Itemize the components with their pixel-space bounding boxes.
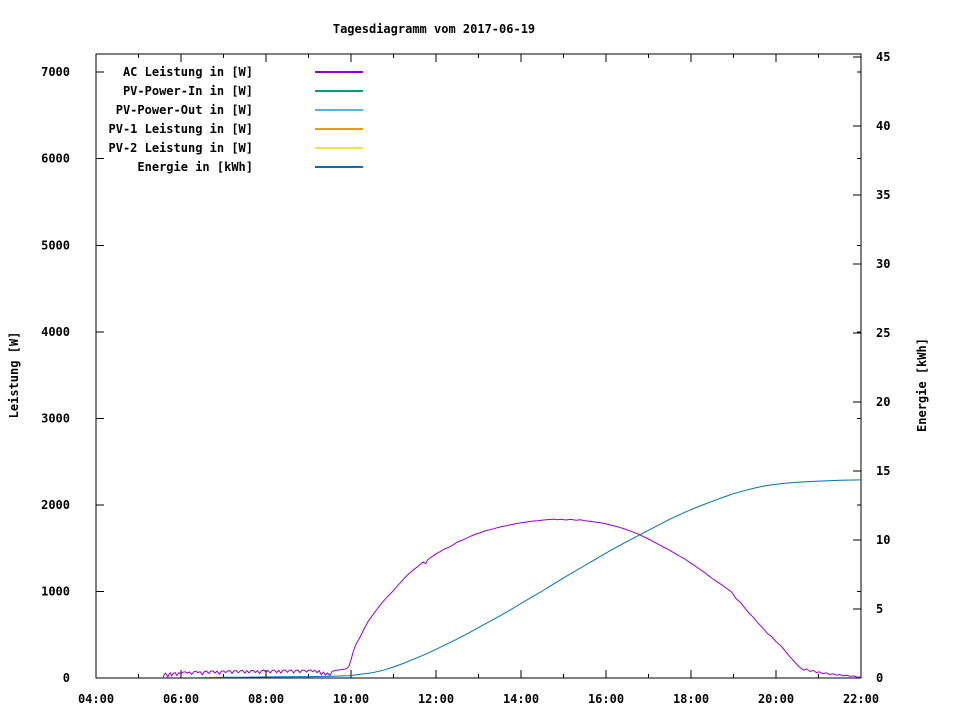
- x-axis-tick-labels: 04:00 06:00 08:00 10:00 12:00 14:00 16:00 18:00…: [78, 692, 879, 706]
- legend-line-swatch: [315, 108, 363, 111]
- y-left-tick-label: 3000: [41, 411, 70, 425]
- x-tick-label: 16:00: [588, 692, 624, 706]
- y-right-tick-label: 30: [876, 257, 890, 271]
- y-axis-right-ticks: [853, 56, 861, 679]
- x-tick-label: 04:00: [78, 692, 114, 706]
- legend-line-swatch: [315, 89, 363, 92]
- legend-label: PV-2 Leistung in [W]: [108, 140, 254, 155]
- legend-item-2: PV-Power-Out in [W]: [96, 100, 363, 119]
- y-left-tick-label: 0: [63, 671, 70, 685]
- x-tick-label: 06:00: [163, 692, 199, 706]
- legend: AC Leistung in [W] PV-Power-In in [W] PV-P…: [96, 62, 363, 176]
- legend-label: AC Leistung in [W]: [122, 64, 253, 79]
- legend-label: PV-Power-In in [W]: [122, 83, 253, 98]
- chart-canvas: 04:00 06:00 08:00 10:00 12:00 14:00 16:00 18:00…: [0, 0, 960, 720]
- y-left-tick-label: 5000: [41, 238, 70, 252]
- y-right-tick-label: 40: [876, 119, 890, 133]
- x-tick-label: 18:00: [673, 692, 709, 706]
- y-right-tick-label: 5: [876, 602, 883, 616]
- y-axis-left-label: Leistung [W]: [7, 331, 21, 419]
- y-right-tick-label: 20: [876, 395, 890, 409]
- y-axis-left-tick-labels: 0 1000 2000 3000 4000 5000 6000 7000: [41, 65, 70, 685]
- y-right-tick-label: 25: [876, 326, 890, 340]
- legend-line-swatch: [315, 165, 363, 168]
- x-tick-label: 12:00: [418, 692, 454, 706]
- legend-item-5: Energie in [kWh]: [96, 157, 363, 176]
- y-right-tick-label: 45: [876, 50, 890, 64]
- x-tick-label: 22:00: [843, 692, 879, 706]
- y-axis-right-label: Energie [kWh]: [915, 338, 929, 432]
- x-tick-label: 14:00: [503, 692, 539, 706]
- legend-label: Energie in [kWh]: [137, 159, 253, 174]
- x-tick-label: 10:00: [333, 692, 369, 706]
- legend-line-swatch: [315, 146, 363, 149]
- x-tick-label: 20:00: [758, 692, 794, 706]
- y-right-tick-label: 15: [876, 464, 890, 478]
- y-left-tick-label: 6000: [41, 152, 70, 166]
- y-right-tick-label: 0: [876, 671, 883, 685]
- y-right-tick-label: 10: [876, 533, 890, 547]
- legend-item-4: PV-2 Leistung in [W]: [96, 138, 363, 157]
- y-left-tick-label: 2000: [41, 498, 70, 512]
- legend-line-swatch: [315, 70, 363, 73]
- series-lines: [162, 479, 862, 679]
- legend-line-swatch: [315, 127, 363, 130]
- y-right-tick-label: 35: [876, 188, 890, 202]
- chart-title: Tagesdiagramm vom 2017-06-19: [332, 22, 536, 36]
- y-left-tick-label: 4000: [41, 325, 70, 339]
- y-axis-right-tick-labels: 0 5 10 15 20 25 30 35 40 45: [876, 50, 890, 685]
- y-left-tick-label: 1000: [41, 584, 70, 598]
- legend-item-0: AC Leistung in [W]: [96, 62, 363, 81]
- legend-item-3: PV-1 Leistung in [W]: [96, 119, 363, 138]
- legend-label: PV-1 Leistung in [W]: [108, 121, 254, 136]
- y-left-tick-label: 7000: [41, 65, 70, 79]
- legend-item-1: PV-Power-In in [W]: [96, 81, 363, 100]
- legend-label: PV-Power-Out in [W]: [115, 102, 253, 117]
- x-tick-label: 08:00: [248, 692, 284, 706]
- series-line-0: [162, 518, 862, 679]
- series-line-5: [197, 479, 862, 679]
